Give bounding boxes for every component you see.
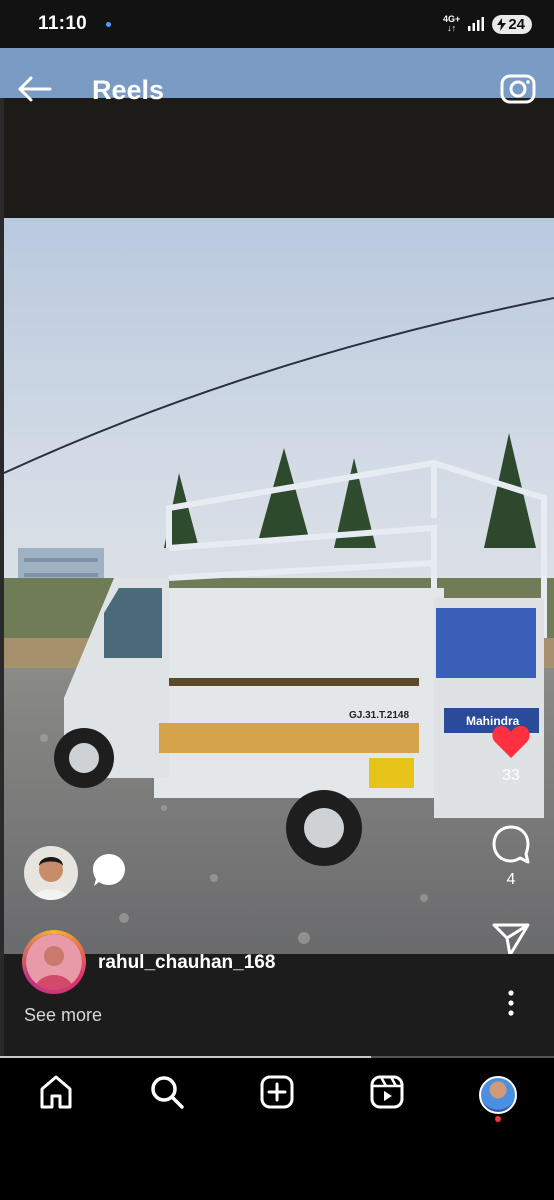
search-icon[interactable] [149, 1074, 185, 1110]
status-bar: 11:10 4G+ ↓↑ 24 [0, 0, 554, 48]
send-icon[interactable] [492, 922, 530, 958]
create-icon[interactable] [259, 1074, 295, 1110]
network-indicator: 4G+ ↓↑ [443, 14, 461, 33]
charging-icon [497, 17, 507, 31]
more-options-icon[interactable] [507, 990, 515, 1016]
chat-bubble-icon[interactable] [92, 852, 126, 888]
notification-dot [105, 22, 111, 28]
clock: 11:10 [38, 13, 88, 34]
signal-icon [468, 17, 485, 31]
reels-header: Reels [0, 48, 554, 136]
page-title: Reels [92, 75, 165, 105]
camera-icon[interactable] [500, 70, 536, 104]
like-action[interactable]: 33 [486, 724, 536, 785]
back-arrow-icon[interactable] [16, 74, 52, 104]
reels-icon[interactable] [369, 1074, 405, 1110]
comment-icon[interactable] [491, 824, 531, 864]
reel-video[interactable]: GJ.31.T.2148 Mahindra Reels 33 4 rahul_c… [0, 48, 554, 1058]
creator-avatar[interactable] [22, 930, 86, 994]
profile-avatar[interactable] [479, 1076, 517, 1114]
system-gesture-area [0, 1122, 554, 1200]
home-icon[interactable] [38, 1074, 74, 1110]
heart-icon[interactable] [491, 724, 531, 760]
creator-username[interactable]: rahul_chauhan_168 [98, 952, 275, 974]
see-more-link[interactable]: See more [24, 1005, 102, 1026]
progress-fill [0, 1056, 372, 1058]
like-count: 33 [502, 767, 520, 784]
battery-indicator: 24 [492, 14, 532, 34]
svg-text:GJ.31.T.2148: GJ.31.T.2148 [349, 710, 409, 721]
comment-action[interactable]: 4 [486, 824, 536, 889]
playback-progress[interactable] [0, 1056, 554, 1058]
reel-photo: GJ.31.T.2148 Mahindra [4, 218, 554, 1058]
bottom-nav [0, 1060, 554, 1122]
follower-avatar[interactable] [24, 846, 78, 900]
comment-count: 4 [506, 871, 516, 888]
